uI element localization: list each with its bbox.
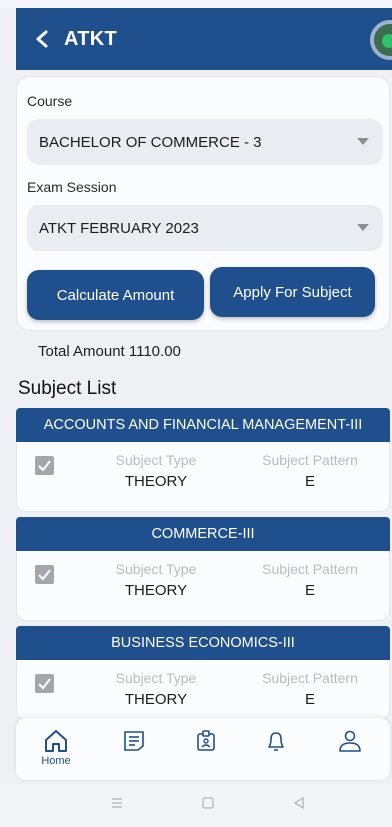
checkmark-icon [38, 460, 51, 472]
page-title: ATKT [64, 27, 118, 50]
subject-card: COMMERCE-III Subject Type THEORY Subject… [16, 517, 390, 621]
subject-details: Subject Type THEORY Subject Pattern E [16, 551, 390, 621]
subject-type: Subject Type THEORY [81, 561, 231, 599]
chevron-down-icon [357, 224, 369, 231]
subject-name: ACCOUNTS AND FINANCIAL MANAGEMENT-III [16, 408, 390, 442]
subject-pattern-value: E [304, 473, 315, 490]
back-button[interactable] [20, 8, 64, 70]
triangle-back-icon [293, 796, 304, 810]
subject-name: BUSINESS ECONOMICS-III [16, 626, 390, 660]
back-system-button[interactable] [292, 796, 306, 815]
subject-pattern-value: E [304, 691, 315, 708]
calculate-amount-button[interactable]: Calculate Amount [27, 270, 204, 320]
checkmark-icon [38, 569, 51, 581]
nav-profile[interactable] [330, 728, 370, 772]
status-strip [0, 0, 392, 8]
nav-id-card[interactable] [186, 728, 226, 772]
nav-notifications[interactable] [256, 728, 296, 772]
subject-details: Subject Type THEORY Subject Pattern E [16, 442, 390, 512]
subject-checkbox[interactable] [35, 674, 54, 693]
back-arrow-icon [36, 30, 48, 48]
subject-type: Subject Type THEORY [81, 452, 231, 490]
checkmark-icon [38, 678, 51, 690]
system-navigation-bar [0, 784, 392, 827]
subject-card: BUSINESS ECONOMICS-III Subject Type THEO… [16, 626, 390, 720]
subject-details: Subject Type THEORY Subject Pattern E [16, 660, 390, 720]
course-select[interactable]: BACHELOR OF COMMERCE - 3 [27, 119, 383, 165]
subject-pattern: Subject Pattern E [235, 452, 385, 490]
home-system-button[interactable] [201, 796, 215, 815]
nav-home[interactable]: Home [36, 728, 76, 772]
nav-home-label: Home [41, 755, 71, 767]
subject-type-label: Subject Type [115, 452, 197, 468]
subject-card: ACCOUNTS AND FINANCIAL MANAGEMENT-III Su… [16, 408, 390, 512]
subject-pattern: Subject Pattern E [235, 670, 385, 708]
subject-pattern: Subject Pattern E [235, 561, 385, 599]
online-indicator [382, 34, 392, 48]
exam-session-value: ATKT FEBRUARY 2023 [39, 219, 199, 237]
subject-type-label: Subject Type [115, 561, 197, 577]
subject-checkbox[interactable] [35, 456, 54, 475]
course-label: Course [27, 93, 73, 109]
recent-apps-button[interactable] [110, 796, 124, 815]
exam-session-select[interactable]: ATKT FEBRUARY 2023 [27, 205, 383, 251]
subject-pattern-label: Subject Pattern [262, 670, 358, 686]
subject-pattern-label: Subject Pattern [262, 452, 358, 468]
app-bar: ATKT [16, 8, 392, 70]
subject-type-value: THEORY [124, 473, 188, 490]
subject-type-value: THEORY [124, 691, 188, 708]
id-card-icon [197, 730, 215, 751]
course-value: BACHELOR OF COMMERCE - 3 [39, 133, 262, 151]
nav-documents[interactable] [114, 728, 154, 772]
menu-lines-icon [112, 798, 122, 808]
subject-pattern-value: E [304, 582, 315, 599]
exam-session-label: Exam Session [27, 179, 117, 195]
subject-name: COMMERCE-III [16, 517, 390, 551]
chevron-down-icon [357, 138, 369, 145]
bottom-navigation: Home [16, 718, 390, 780]
total-amount: Total Amount 1110.00 [38, 343, 181, 360]
square-icon [202, 797, 214, 809]
bell-icon [268, 732, 284, 751]
subject-checkbox[interactable] [35, 565, 54, 584]
subject-list-title: Subject List [18, 378, 117, 399]
profile-icon [339, 730, 361, 752]
subject-type-label: Subject Type [115, 670, 197, 686]
document-icon [124, 731, 144, 751]
apply-for-subject-button[interactable]: Apply For Subject [210, 267, 375, 317]
subject-type: Subject Type THEORY [81, 670, 231, 708]
subject-pattern-label: Subject Pattern [262, 561, 358, 577]
subject-type-value: THEORY [124, 582, 188, 599]
home-icon [45, 730, 67, 752]
